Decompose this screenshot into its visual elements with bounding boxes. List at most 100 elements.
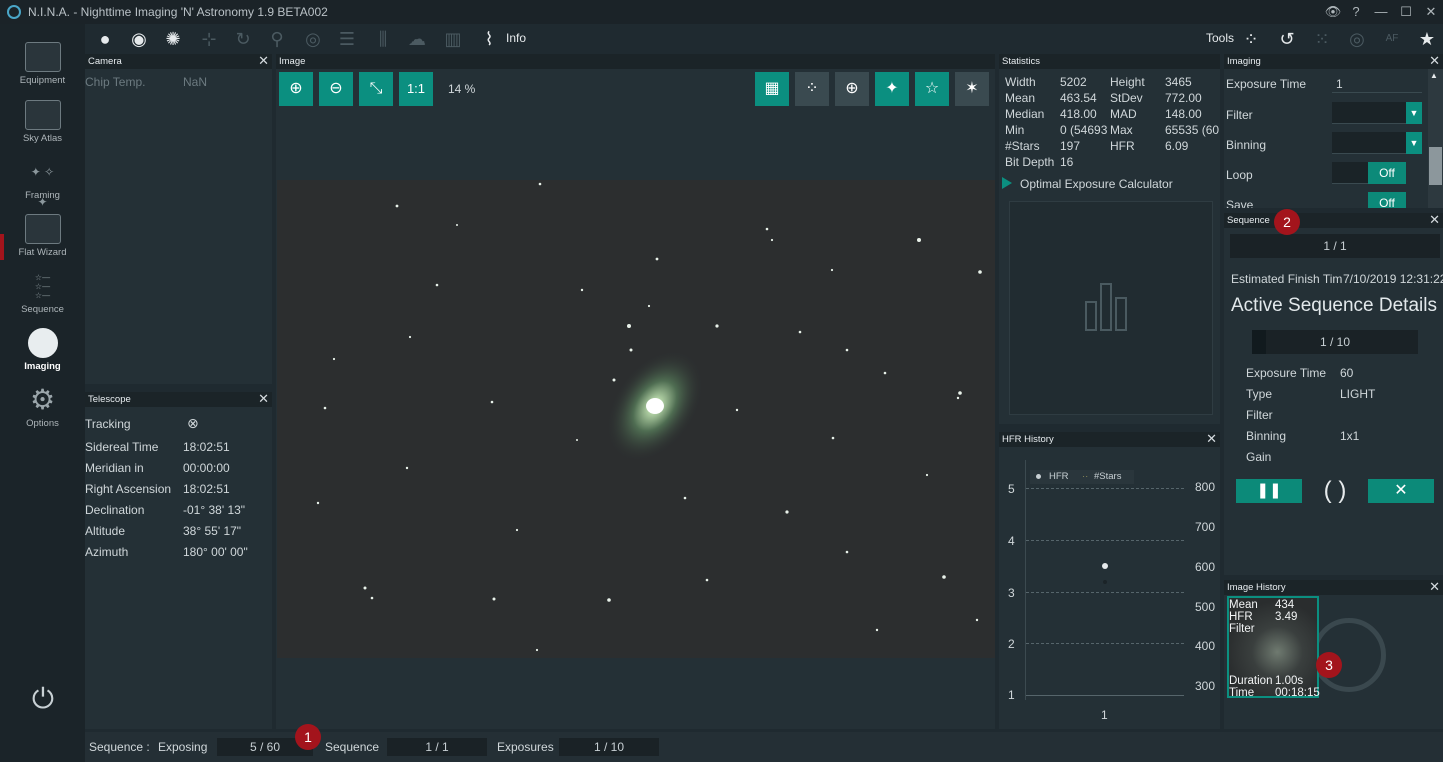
expand-arrow-icon[interactable]	[1002, 177, 1012, 189]
telescope-icon	[24, 42, 61, 72]
cancel-button[interactable]: ✕	[1368, 479, 1434, 503]
maximize-button[interactable]: ☐	[1395, 3, 1417, 21]
chevron-down-icon[interactable]: ▼	[1406, 102, 1422, 124]
minimize-button[interactable]: —	[1370, 3, 1392, 21]
exposure-time-input[interactable]: 1	[1332, 75, 1422, 93]
declination-label: Declination	[85, 503, 145, 517]
stat-value: 463.54	[1060, 91, 1097, 105]
status-sequence-label: Sequence :	[89, 740, 150, 754]
stat-label: MAD	[1110, 107, 1137, 121]
status-exposing-label: Exposing	[158, 740, 208, 754]
sidebar-item-sequence[interactable]: ☆— ☆— ☆— Sequence	[0, 267, 85, 323]
close-icon[interactable]: ✕	[1429, 212, 1440, 227]
sidebar-item-flat-wizard[interactable]: Flat Wizard	[0, 210, 85, 266]
chevron-down-icon[interactable]: ▼	[1406, 132, 1422, 154]
autofocus-icon[interactable]: AF	[1380, 27, 1404, 51]
detail-label: Exposure Time	[1246, 366, 1327, 380]
stat-label: Mean	[1005, 91, 1036, 105]
status-exposures-label: Exposures	[497, 740, 554, 754]
camera-icon[interactable]: ●	[93, 27, 117, 51]
focuser-icon[interactable]: ⊹	[197, 27, 221, 51]
history-thumbnail[interactable]: Mean 434 HFR 3.49 Filter Duration 1.00s …	[1227, 596, 1320, 699]
telescope-icon[interactable]: ⚲	[265, 27, 289, 51]
save-toggle[interactable]: Off	[1368, 192, 1406, 208]
right-ascension-value: 18:02:51	[183, 482, 230, 496]
bahtinov-icon[interactable]: ✶	[955, 72, 989, 106]
close-icon[interactable]: ✕	[258, 391, 269, 406]
eye-icon[interactable]: 👁	[1322, 3, 1344, 21]
guider-icon[interactable]: ◎	[301, 27, 325, 51]
star-icon[interactable]: ★	[1415, 27, 1439, 51]
panel-title: Camera	[88, 56, 122, 67]
scroll-up-icon[interactable]: ▲	[1430, 71, 1438, 80]
loop-toggle[interactable]: Off	[1368, 162, 1406, 184]
info-label[interactable]: Info	[506, 31, 526, 45]
close-window-button[interactable]: ✕	[1420, 3, 1442, 21]
plate-solve-icon[interactable]: ⁙	[1310, 27, 1334, 51]
scrollbar-thumb[interactable]	[1429, 147, 1442, 185]
hfr-legend-icon	[1036, 474, 1041, 479]
sequence-progress-value: 1 / 1	[1323, 239, 1347, 253]
toolbar: ● ◉ ✺ ⊹ ↻ ⚲ ◎ ☰ ⫼ ☁ ▥ ⌇ Info Tools ⁘ ↺ ⁙…	[85, 24, 1443, 54]
one-to-one-button[interactable]: 1:1	[399, 72, 433, 106]
sidebar-item-sky-atlas[interactable]: Sky Atlas	[0, 96, 85, 152]
star-outline-icon[interactable]: ☆	[915, 72, 949, 106]
close-icon[interactable]: ✕	[1429, 579, 1440, 594]
image-panel: Image ⊕ ⊖ ⤡ 1:1 14 % ▦ ⁘ ⊕ ✦ ☆ ✶	[276, 54, 995, 729]
close-icon[interactable]: ✕	[258, 53, 269, 68]
histogram-icon[interactable]: ▥	[441, 27, 465, 51]
magic-wand-icon[interactable]: ✦	[875, 72, 909, 106]
stat-label: Max	[1110, 123, 1133, 137]
stars-legend-icon: ··	[1082, 471, 1089, 482]
optimal-exposure-calculator-label[interactable]: Optimal Exposure Calculator	[1020, 177, 1173, 191]
aperture-icon[interactable]: ◉	[127, 27, 151, 51]
right-ascension-label: Right Ascension	[85, 482, 172, 496]
zoom-in-button[interactable]: ⊕	[279, 72, 313, 106]
sidebar-item-options[interactable]: ⚙ Options	[0, 381, 85, 437]
star-detection-icon[interactable]: ⁘	[1239, 27, 1263, 51]
filter-wheel-icon[interactable]: ✺	[161, 27, 185, 51]
zoom-out-button[interactable]: ⊖	[319, 72, 353, 106]
telescope-panel: Telescope ✕ Tracking ⊗ Sidereal Time 18:0…	[85, 391, 272, 729]
right-tick: 300	[1195, 679, 1216, 693]
target-icon[interactable]: ◎	[1345, 27, 1369, 51]
sidereal-time-label: Sidereal Time	[85, 440, 159, 454]
panel-header: Imaging ✕	[1224, 54, 1443, 69]
binning-select[interactable]: ▼	[1332, 132, 1422, 154]
scrollbar[interactable]: ▲	[1428, 69, 1443, 208]
power-icon[interactable]: ⏻	[28, 684, 58, 714]
close-icon[interactable]: ✕	[1206, 431, 1217, 446]
panel-header: Telescope ✕	[85, 391, 272, 407]
filter-select[interactable]: ▼	[1332, 102, 1422, 124]
sequence-list-icon[interactable]: ☰	[335, 27, 359, 51]
sidebar-item-imaging[interactable]: Imaging	[0, 324, 85, 380]
stat-value: 772.00	[1165, 91, 1202, 105]
progress-fill	[1252, 330, 1266, 354]
switch-icon[interactable]: ⫼	[371, 27, 395, 51]
close-icon[interactable]: ✕	[1429, 54, 1440, 68]
fit-to-window-button[interactable]: ⤡	[359, 72, 393, 106]
declination-value: -01° 38' 13"	[183, 503, 246, 517]
pause-button[interactable]: ❚❚	[1236, 479, 1302, 503]
window-title: N.I.N.A. - Nighttime Imaging 'N' Astrono…	[28, 5, 328, 19]
grid-line	[1026, 643, 1184, 644]
status-exposures-value-box: 1 / 10	[559, 738, 659, 756]
grid-icon[interactable]: ▦	[755, 72, 789, 106]
detail-label: Gain	[1246, 450, 1272, 464]
weather-icon[interactable]: ☁	[405, 27, 429, 51]
stat-label: Width	[1005, 75, 1036, 89]
star-detect-button[interactable]: ⁘	[795, 72, 829, 106]
sidebar-item-label: Sequence	[21, 304, 64, 315]
stat-value: 148.00	[1165, 107, 1202, 121]
panel-title: Image	[279, 56, 306, 67]
info-chart-icon[interactable]: ⌇	[477, 27, 501, 51]
sidebar-item-equipment[interactable]: Equipment	[0, 38, 85, 94]
detail-label: Binning	[1246, 429, 1287, 443]
rotator-icon[interactable]: ↻	[231, 27, 255, 51]
captured-image[interactable]	[277, 180, 995, 658]
crosshair-icon[interactable]: ⊕	[835, 72, 869, 106]
sidebar-item-framing[interactable]: ✦ ✧ ✦ Framing	[0, 153, 85, 209]
history-icon[interactable]: ↺	[1275, 27, 1299, 51]
loop-label: Loop	[1226, 168, 1253, 182]
help-icon[interactable]: ?	[1345, 3, 1367, 21]
